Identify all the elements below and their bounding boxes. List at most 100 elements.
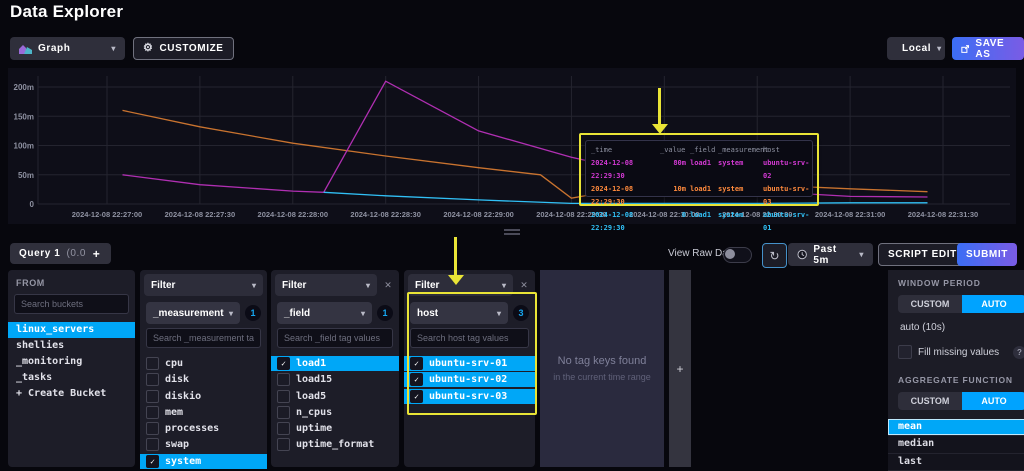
measurement-filter-panel: Filter ▾ _measurement ▾ 1 cpu disk diskio m…: [140, 270, 267, 469]
refresh-icon: ↻: [769, 248, 780, 263]
aggregate-function-row[interactable]: mean: [888, 419, 1024, 437]
bucket-list: linux_servers shellies _monitoring _tasks + …: [8, 322, 135, 402]
checkbox[interactable]: [146, 438, 159, 452]
checkbox[interactable]: [277, 389, 290, 403]
checkbox[interactable]: [277, 373, 290, 387]
chevron-down-icon: ▾: [937, 44, 942, 53]
tag-value-label: mem: [165, 406, 184, 418]
checkbox[interactable]: ✓: [410, 357, 423, 370]
view-raw-data-toggle[interactable]: [723, 247, 752, 263]
chevron-down-icon: ▾: [501, 280, 506, 290]
tag-value-row[interactable]: processes: [140, 421, 267, 436]
save-as-button[interactable]: SAVE AS: [952, 37, 1024, 60]
time-series-chart[interactable]: 2024-12-08 22:27:00 2024-12-08 22:27:30 20…: [8, 68, 1016, 232]
tag-value-row[interactable]: uptime_format: [271, 437, 399, 452]
clock-icon: [797, 249, 807, 260]
window-period-value: auto (10s): [900, 322, 946, 333]
chevron-down-icon: ▾: [365, 280, 370, 290]
host-filter-panel: Filter ▾ ✕ host ▾ 3 ✓ubuntu-srv-01✓ubunt…: [404, 270, 535, 467]
bucket-item[interactable]: _tasks: [8, 370, 135, 386]
host-search-input[interactable]: [410, 328, 529, 348]
filter-type-dropdown[interactable]: Filter ▾: [144, 274, 263, 296]
from-bucket-panel: FROM linux_serversshellies_monitoring_ta…: [8, 270, 135, 467]
tag-value-row[interactable]: load5: [271, 389, 399, 404]
tag-value-row[interactable]: n_cpus: [271, 405, 399, 420]
annotation-arrowhead-tooltip: [652, 124, 668, 134]
tag-key-dropdown[interactable]: _measurement ▾: [146, 302, 240, 324]
bucket-item[interactable]: shellies: [8, 338, 135, 354]
tag-value-row[interactable]: mem: [140, 405, 267, 420]
svg-text:100m: 100m: [14, 142, 34, 151]
window-auto-button[interactable]: AUTO: [962, 295, 1024, 313]
tag-value-row[interactable]: disk: [140, 372, 267, 387]
tag-value-row[interactable]: uptime: [271, 421, 399, 436]
window-custom-button[interactable]: CUSTOM: [898, 295, 962, 313]
svg-text:2024-12-08 22:31:00: 2024-12-08 22:31:00: [815, 210, 885, 219]
bucket-search-input[interactable]: [14, 294, 129, 314]
tag-value-label: n_cpus: [296, 406, 333, 418]
data-explorer-page: Data Explorer Graph ▾ ⚙ CUSTOMIZE Local …: [0, 0, 1024, 471]
checkbox[interactable]: ✓: [277, 357, 290, 370]
chevron-down-icon: ▾: [251, 280, 256, 290]
checkbox[interactable]: ✓: [410, 373, 423, 387]
tag-value-label: ubuntu-srv-03: [429, 390, 508, 402]
tag-value-row[interactable]: diskio: [140, 389, 267, 404]
measurement-search-input[interactable]: [146, 328, 261, 348]
tag-value-row[interactable]: load15: [271, 372, 399, 387]
filter-type-dropdown[interactable]: Filter ▾: [275, 274, 377, 296]
checkbox[interactable]: [277, 438, 290, 452]
close-icon[interactable]: ✕: [517, 280, 531, 291]
tag-value-label: uptime: [296, 423, 333, 435]
close-icon[interactable]: ✕: [381, 280, 395, 291]
svg-text:2024-12-08 22:27:00: 2024-12-08 22:27:00: [72, 210, 142, 219]
chevron-down-icon: ▾: [859, 250, 864, 259]
checkbox[interactable]: ✓: [146, 454, 159, 468]
checkbox[interactable]: [146, 405, 159, 419]
checkbox[interactable]: [146, 357, 159, 370]
tag-value-label: load15: [296, 374, 333, 386]
tag-value-row[interactable]: ✓ ubuntu-srv-02: [404, 372, 535, 388]
tag-key-dropdown[interactable]: host ▾: [410, 302, 508, 324]
checkbox[interactable]: [277, 422, 290, 436]
aggregate-function-row[interactable]: last: [888, 454, 1024, 471]
aggregate-auto-button[interactable]: AUTO: [962, 392, 1024, 410]
bucket-item[interactable]: linux_servers: [8, 322, 135, 338]
tag-value-row[interactable]: swap: [140, 437, 267, 452]
tag-value-row[interactable]: ✓ ubuntu-srv-01: [404, 356, 535, 371]
aggregate-function-row[interactable]: median: [888, 436, 1024, 454]
svg-text:2024-12-08 22:29:00: 2024-12-08 22:29:00: [443, 210, 513, 219]
visualization-type-dropdown[interactable]: Graph ▾: [10, 37, 125, 60]
chart-plot[interactable]: 2024-12-08 22:27:00 2024-12-08 22:27:30 20…: [8, 68, 1016, 224]
add-filter-card-button[interactable]: +: [669, 270, 691, 467]
local-storage-dropdown[interactable]: Local ▾: [887, 37, 945, 60]
aggregate-custom-button[interactable]: CUSTOM: [898, 392, 962, 410]
chevron-down-icon: ▾: [360, 308, 365, 318]
checkbox[interactable]: [277, 405, 290, 419]
tag-value-row[interactable]: ✓ ubuntu-srv-03: [404, 388, 535, 404]
checkbox[interactable]: ✓: [410, 389, 423, 403]
window-period-toggle: CUSTOM AUTO: [898, 295, 1024, 313]
resize-drag-handle[interactable]: [504, 229, 520, 237]
bucket-item[interactable]: + Create Bucket: [8, 386, 135, 402]
time-range-dropdown[interactable]: Past 5m ▾: [788, 243, 873, 266]
window-period-label: WINDOW PERIOD: [898, 278, 981, 288]
tag-value-row[interactable]: cpu: [140, 356, 267, 371]
tooltip-column-header: _measurement: [718, 146, 769, 154]
submit-button[interactable]: SUBMIT: [957, 243, 1017, 266]
help-icon[interactable]: ?: [1013, 345, 1024, 359]
field-search-input[interactable]: [277, 328, 393, 348]
customize-button[interactable]: ⚙ CUSTOMIZE: [133, 37, 234, 60]
checkbox[interactable]: [146, 422, 159, 436]
tooltip-column-header: host: [763, 146, 780, 154]
tag-value-row[interactable]: ✓ load1: [271, 356, 399, 371]
checkbox[interactable]: [146, 373, 159, 387]
export-icon: [961, 44, 970, 53]
add-query-button[interactable]: +: [86, 243, 107, 264]
refresh-button[interactable]: ↻: [762, 243, 787, 268]
fill-missing-checkbox[interactable]: [898, 345, 912, 359]
checkbox[interactable]: [146, 389, 159, 403]
bucket-item[interactable]: _monitoring: [8, 354, 135, 370]
tag-value-row[interactable]: ✓ system: [140, 453, 267, 469]
tag-key-dropdown[interactable]: _field ▾: [277, 302, 372, 324]
svg-text:2024-12-08 22:31:30: 2024-12-08 22:31:30: [908, 210, 978, 219]
